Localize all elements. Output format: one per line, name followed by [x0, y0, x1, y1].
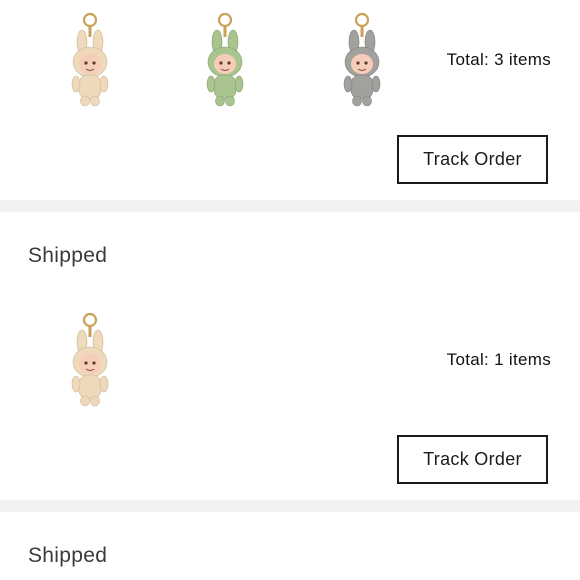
plush-face: [79, 354, 101, 374]
plush-eye: [227, 61, 231, 65]
plush-arm: [71, 75, 81, 93]
labubu-cream-keychain-icon[interactable]: [60, 312, 120, 412]
plush-face: [214, 54, 236, 74]
plush-leg: [80, 95, 90, 107]
key-chain-link: [223, 25, 227, 37]
plush-arm: [234, 75, 244, 93]
plush-body: [213, 74, 237, 100]
key-chain-link: [360, 25, 364, 37]
labubu-grey-keychain-icon[interactable]: [332, 12, 392, 112]
order-divider: [0, 200, 580, 212]
order-card: Shipped: [0, 512, 580, 580]
plush-eye: [356, 61, 360, 65]
order-card: Total: 3 items Track Order: [0, 0, 580, 200]
plush-body: [78, 74, 102, 100]
key-ring: [217, 12, 233, 28]
plush-leg: [225, 95, 235, 107]
key-ring: [82, 312, 98, 328]
order-total: Total: 1 items: [446, 350, 551, 369]
labubu-green-keychain-icon[interactable]: [195, 12, 255, 112]
plush-body: [78, 374, 102, 400]
plush-eye: [84, 61, 88, 65]
plush-leg: [90, 395, 100, 407]
plush-leg: [352, 95, 362, 107]
plush-eye: [219, 61, 223, 65]
key-chain-link: [88, 325, 92, 337]
key-ring: [82, 12, 98, 28]
plush-leg: [362, 95, 372, 107]
plush-leg: [80, 395, 90, 407]
key-chain-link: [88, 25, 92, 37]
track-order-button[interactable]: Track Order: [397, 135, 548, 184]
order-divider: [0, 500, 580, 512]
plush-arm: [71, 375, 81, 393]
plush-arm: [99, 75, 109, 93]
key-ring: [354, 12, 370, 28]
order-card: Shipped Total: 1 items Track Order: [0, 212, 580, 500]
plush-body: [350, 74, 374, 100]
plush-leg: [90, 95, 100, 107]
order-total: Total: 3 items: [446, 50, 551, 69]
plush-leg: [215, 95, 225, 107]
plush-eye: [84, 361, 88, 365]
plush-eye: [92, 361, 96, 365]
plush-arm: [371, 75, 381, 93]
plush-eye: [364, 61, 368, 65]
track-order-button[interactable]: Track Order: [397, 435, 548, 484]
plush-face: [79, 54, 101, 74]
plush-arm: [99, 375, 109, 393]
labubu-cream-keychain-icon[interactable]: [60, 12, 120, 112]
order-status: Shipped: [28, 244, 108, 267]
plush-eye: [92, 61, 96, 65]
plush-arm: [343, 75, 353, 93]
plush-face: [351, 54, 373, 74]
order-status: Shipped: [28, 544, 108, 567]
plush-arm: [206, 75, 216, 93]
